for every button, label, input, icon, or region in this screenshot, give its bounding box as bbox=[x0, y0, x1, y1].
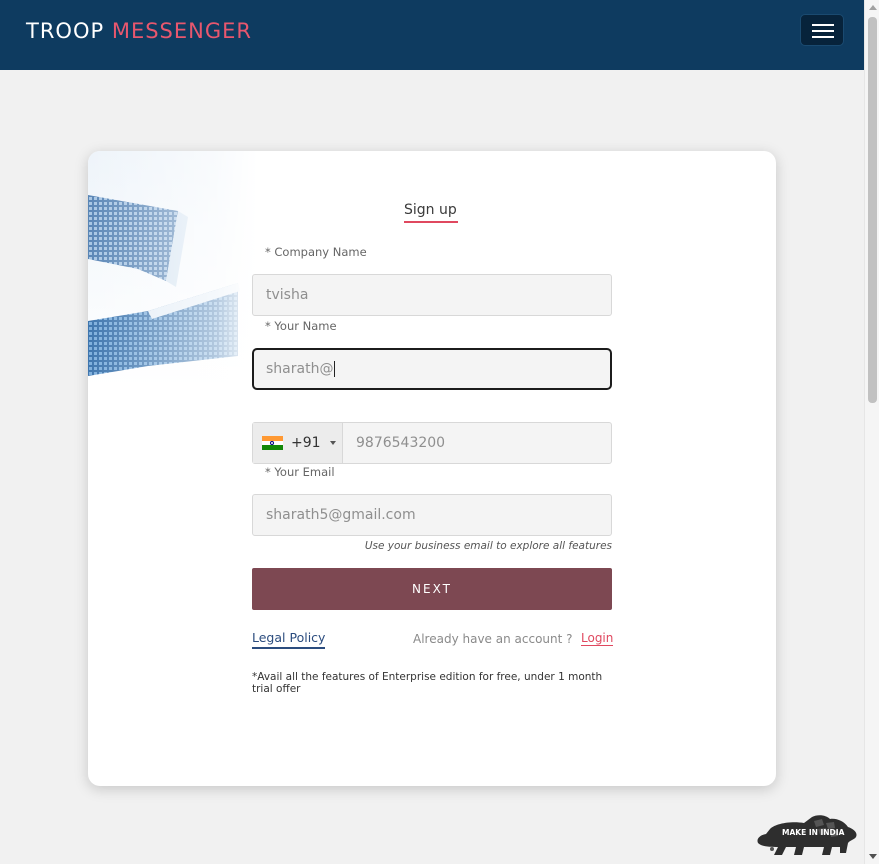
text-cursor bbox=[334, 361, 336, 377]
company-name-value: tvisha bbox=[266, 287, 309, 303]
scroll-up-arrow-icon[interactable] bbox=[869, 5, 877, 10]
make-in-india-lion-logo: MAKE IN INDIA bbox=[757, 815, 857, 855]
country-code: +91 bbox=[291, 435, 321, 451]
make-in-india-text: MAKE IN INDIA bbox=[782, 828, 845, 837]
top-navbar: TROOP MESSENGER bbox=[0, 0, 864, 70]
your-name-value: sharath@ bbox=[266, 361, 334, 377]
your-name-label: * Your Name bbox=[265, 319, 337, 333]
title-underline bbox=[404, 221, 458, 223]
have-account-text: Already have an account ? bbox=[413, 632, 573, 646]
signup-title: Sign up bbox=[404, 202, 457, 218]
phone-input-group: +91 9876543200 bbox=[252, 422, 612, 464]
email-value: sharath5@gmail.com bbox=[266, 507, 416, 523]
scrollbar-thumb[interactable] bbox=[868, 17, 877, 403]
legal-policy-link[interactable]: Legal Policy bbox=[252, 630, 326, 649]
scroll-down-arrow-icon[interactable] bbox=[869, 854, 877, 859]
country-code-selector[interactable]: +91 bbox=[253, 423, 343, 463]
next-button[interactable]: NEXT bbox=[252, 568, 612, 610]
company-name-label: * Company Name bbox=[265, 245, 367, 259]
logo-word-troop: TROOP bbox=[26, 19, 105, 43]
your-email-label: * Your Email bbox=[265, 465, 335, 479]
logo-word-messenger: MESSENGER bbox=[111, 19, 253, 43]
login-link[interactable]: Login bbox=[581, 631, 614, 646]
hamburger-menu-button[interactable] bbox=[800, 14, 844, 46]
email-input[interactable]: sharath5@gmail.com bbox=[252, 494, 612, 536]
building-illustration bbox=[88, 151, 258, 386]
signup-card: Sign up * Company Name tvisha * Your Nam… bbox=[88, 151, 776, 786]
trial-offer-note: *Avail all the features of Enterprise ed… bbox=[252, 671, 603, 695]
india-flag-icon bbox=[262, 436, 283, 450]
company-name-input[interactable]: tvisha bbox=[252, 274, 612, 316]
page-scrollbar[interactable] bbox=[864, 0, 879, 864]
business-email-hint: Use your business email to explore all f… bbox=[364, 540, 612, 552]
phone-number-input[interactable]: 9876543200 bbox=[356, 423, 445, 463]
dropdown-caret-icon bbox=[330, 441, 336, 445]
your-name-input[interactable]: sharath@ bbox=[252, 348, 612, 390]
troop-messenger-logo[interactable]: TROOP MESSENGER bbox=[26, 19, 252, 43]
